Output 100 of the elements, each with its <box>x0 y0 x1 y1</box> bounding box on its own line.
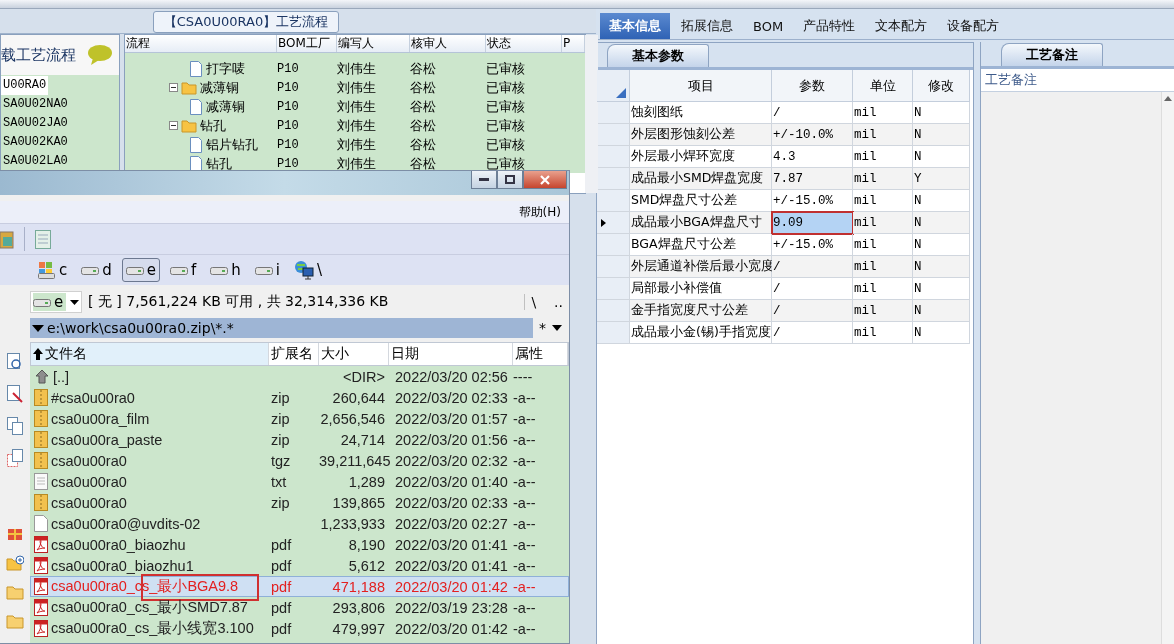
column-header[interactable]: 项目 <box>630 70 772 102</box>
drive-button[interactable]: c <box>34 258 72 282</box>
archive-icon <box>34 452 48 469</box>
root-button[interactable]: \ <box>524 294 543 310</box>
list-item[interactable]: SA0U02NA0 <box>1 95 70 114</box>
network-drive-icon <box>294 260 314 280</box>
free-space-text: [ 无 ] 7,561,224 KB 可用 , 共 32,314,336 KB <box>88 293 390 311</box>
scrollbar[interactable] <box>585 35 598 193</box>
tree-item-label[interactable]: 减薄铜 <box>206 97 245 116</box>
table-cell[interactable]: 7.87 <box>772 168 853 190</box>
close-button[interactable] <box>523 171 567 189</box>
file-row[interactable]: #csa0u00ra0 zip 260,644 2022/03/20 02:33 -a-- <box>30 387 569 408</box>
document-edit-icon[interactable] <box>7 385 23 403</box>
panel-tab[interactable]: 基本参数 <box>607 44 709 67</box>
tab[interactable]: 基本信息 <box>600 13 670 39</box>
document-search-icon[interactable] <box>7 353 23 371</box>
minimize-button[interactable] <box>471 171 497 189</box>
folder-icon[interactable] <box>6 614 24 629</box>
file-row[interactable]: csa0u00ra0_biaozhu pdf 8,190 2022/03/20 01:41 -a-- <box>30 534 569 555</box>
table-cell[interactable]: 9.09 <box>772 212 853 234</box>
table-cell-text: 刘伟生 <box>337 116 377 135</box>
tab[interactable]: BOM <box>744 13 793 39</box>
tree-item-label[interactable]: 钻孔 <box>206 154 232 173</box>
list-item[interactable]: U00RA0 <box>1 76 49 95</box>
parent-button[interactable]: .. <box>548 294 569 310</box>
column-header[interactable]: 单位 <box>853 70 913 102</box>
table-cell-text: P10 <box>277 156 300 171</box>
notepad-icon[interactable] <box>35 229 51 249</box>
column-header[interactable]: 参数 <box>772 70 853 102</box>
file-row[interactable]: csa0u00ra0 txt 1,289 2022/03/20 01:40 -a-- <box>30 471 569 492</box>
panel-tab[interactable]: 工艺备注 <box>1001 43 1103 66</box>
drive-button[interactable]: i <box>250 258 284 282</box>
column-header[interactable]: 核审人 <box>410 35 486 52</box>
close-icon <box>540 174 550 185</box>
tab[interactable]: 设备配方 <box>938 13 1009 39</box>
table-cell: mil <box>853 212 913 234</box>
column-header[interactable]: 扩展名 <box>269 343 319 365</box>
column-header[interactable]: BOM工厂 <box>277 35 337 52</box>
column-header[interactable]: 编写人 <box>337 35 410 52</box>
tab[interactable]: 产品特性 <box>794 13 865 39</box>
tree-item-label[interactable]: 减薄铜 <box>200 78 239 97</box>
file-row[interactable]: csa0u00ra0_biaozhu1 pdf 5,612 2022/03/20 01:41 -a-- <box>30 555 569 576</box>
tab[interactable]: 文本配方 <box>866 13 937 39</box>
copy-icon[interactable] <box>7 417 23 435</box>
table-cell[interactable]: / <box>772 322 853 344</box>
filter-dropdown[interactable]: * <box>539 320 569 336</box>
file-row[interactable]: [..] <DIR> 2022/03/20 02:56 ---- <box>30 366 569 387</box>
file-row[interactable]: csa0u00ra_paste zip 24,714 2022/03/20 01:56 -a-- <box>30 429 569 450</box>
column-header[interactable]: 日期 <box>389 343 513 365</box>
collapse-icon[interactable] <box>169 83 178 92</box>
tree-item-label[interactable]: 钻孔 <box>200 116 226 135</box>
collapse-icon[interactable] <box>169 121 178 130</box>
table-cell[interactable]: / <box>772 300 853 322</box>
file-row[interactable]: csa0u00ra0 tgz 39,211,645 2022/03/20 02:32 -a-- <box>30 450 569 471</box>
drive-dropdown[interactable]: e <box>30 291 82 313</box>
table-cell[interactable]: / <box>772 256 853 278</box>
folder-icon[interactable] <box>6 585 24 600</box>
drive-button[interactable]: f <box>166 258 201 282</box>
table-cell-text: P10 <box>277 137 300 152</box>
column-header[interactable]: 修改 <box>913 70 970 102</box>
drive-button[interactable]: \ <box>290 257 327 283</box>
drive-icon <box>210 265 229 275</box>
row-header[interactable] <box>597 212 630 234</box>
archive-icon <box>34 389 48 406</box>
file-row[interactable]: csa0u00ra0 zip 139,865 2022/03/20 02:33 -a-- <box>30 492 569 513</box>
scrollbar[interactable] <box>1161 92 1174 644</box>
file-size: 1,289 <box>347 473 386 490</box>
drive-button[interactable]: e <box>121 258 160 282</box>
file-row[interactable]: csa0u00ra0@uvdits-02 1,233,933 2022/03/20 02:27 -a-- <box>30 513 569 534</box>
file-extension: tgz <box>270 452 292 469</box>
tab[interactable]: 拓展信息 <box>672 13 742 39</box>
file-extension: pdf <box>270 536 293 553</box>
file-row[interactable]: csa0u00ra0_cs_最小线宽3.100 pdf 479,997 2022/03/20 01:42 -a-- <box>30 618 569 639</box>
table-cell: mil <box>853 322 913 344</box>
tree-item-label[interactable]: 铝片钻孔 <box>206 135 258 154</box>
column-header[interactable]: 文件名 <box>31 343 269 365</box>
scroll-up-icon[interactable] <box>1164 96 1172 101</box>
list-item[interactable]: SA0U02LA0 <box>1 152 70 171</box>
column-header[interactable]: 大小 <box>319 343 389 365</box>
menu-item[interactable]: 帮助(H) <box>518 203 561 221</box>
file-name: csa0u00ra0_cs_最小线宽3.100 <box>51 619 254 638</box>
column-header[interactable]: 流程 <box>125 35 277 52</box>
list-item[interactable]: SA0U02KA0 <box>1 133 70 152</box>
file-row[interactable]: csa0u00ra0_cs_最小SMD7.87 pdf 293,806 2022/03/19 23:28 -a-- <box>30 597 569 618</box>
drive-button[interactable]: d <box>77 258 116 282</box>
copy-icon[interactable] <box>7 449 23 467</box>
list-item[interactable]: SA0U02JA0 <box>1 114 70 133</box>
clipboard-icon[interactable] <box>0 229 14 249</box>
maximize-button[interactable] <box>497 171 523 189</box>
tree-item-label[interactable]: 打字唛 <box>206 59 245 78</box>
path-bar[interactable]: e:\work\csa0u00ra0.zip\*.* <box>30 318 533 338</box>
drive-button[interactable]: h <box>206 258 245 282</box>
maximize-icon <box>505 175 515 184</box>
file-date: 2022/03/20 01:57 <box>394 410 509 427</box>
table-cell[interactable]: +/-10.0% <box>772 124 853 146</box>
table-cell: 成品最小金(锡)手指宽度 <box>630 322 772 344</box>
column-header[interactable]: 属性 <box>513 343 568 365</box>
file-row[interactable]: csa0u00ra_film zip 2,656,546 2022/03/20 01:57 -a-- <box>30 408 569 429</box>
new-folder-icon[interactable] <box>6 555 24 571</box>
column-header[interactable]: 状态 <box>486 35 562 52</box>
